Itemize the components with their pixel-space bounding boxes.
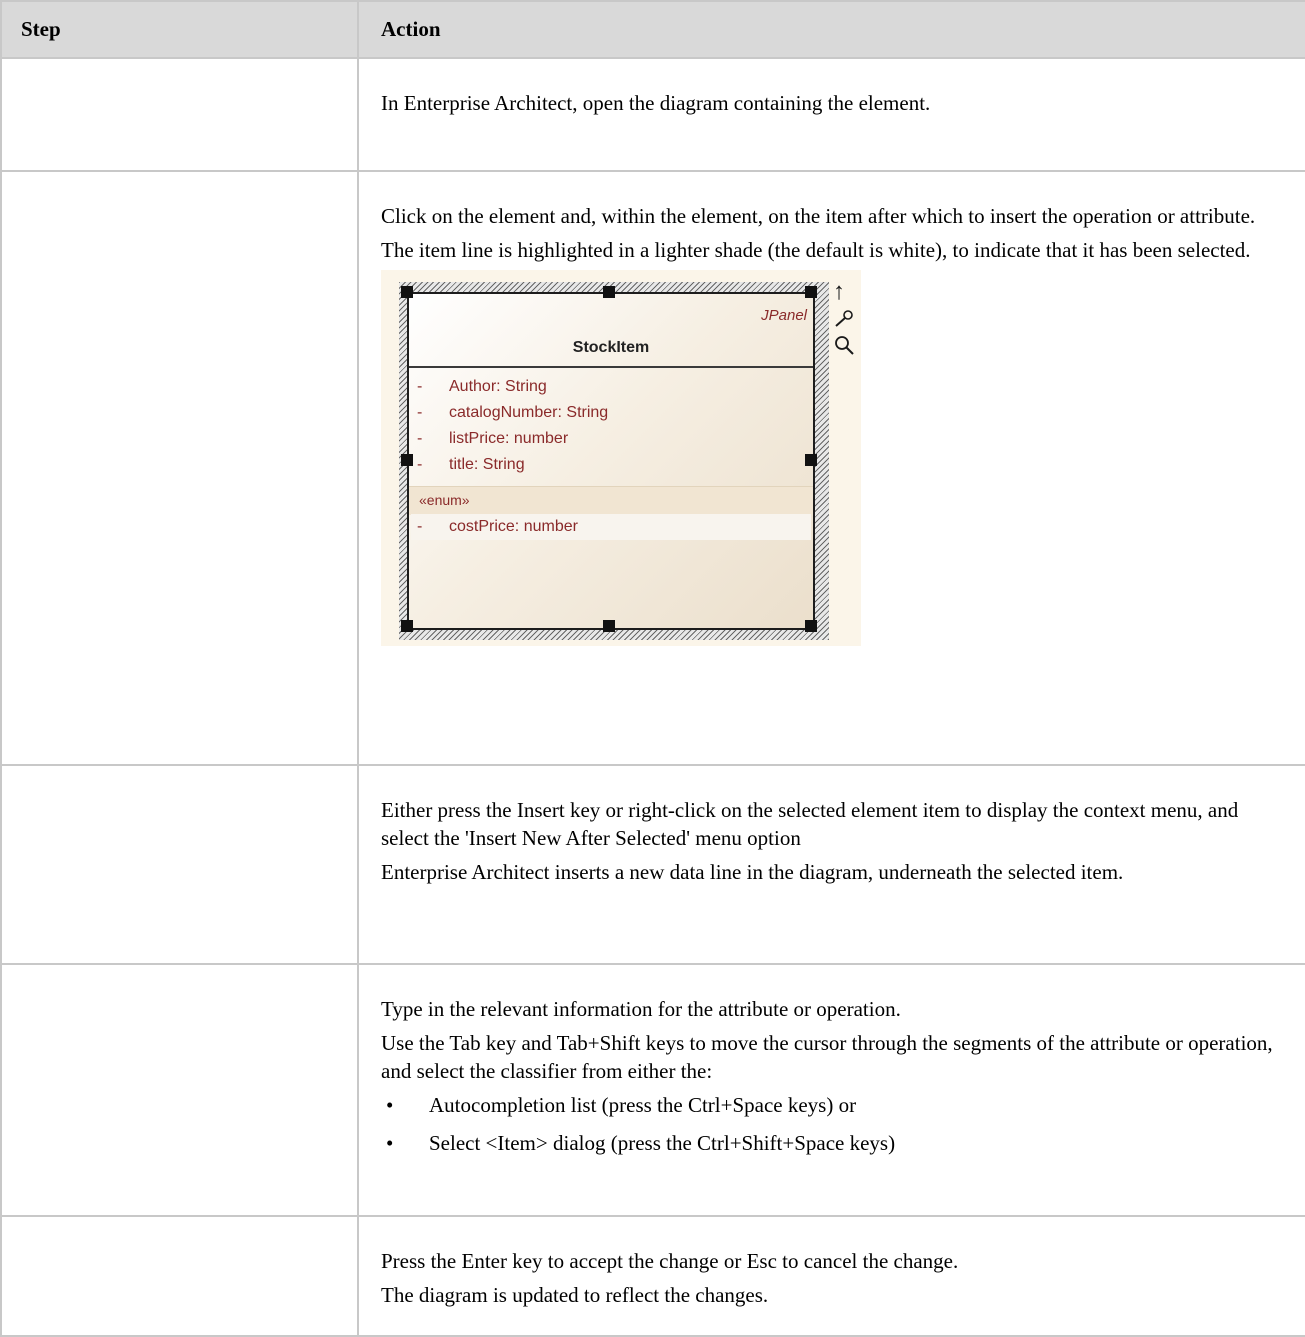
resize-handle [603, 620, 615, 632]
attribute-visibility: - [417, 518, 423, 535]
bullet-icon: • [386, 1093, 394, 1117]
attribute-visibility: - [417, 430, 423, 447]
attribute-text: listPrice: number [449, 430, 569, 447]
step-cell [0, 57, 359, 172]
resize-handle [805, 454, 817, 466]
attribute-item: - listPrice: number [409, 426, 813, 452]
result-text: Use the Tab key and Tab+Shift keys to mo… [381, 1031, 1273, 1083]
step-column-header: Step [0, 0, 359, 59]
class-divider [409, 366, 813, 368]
step-cell [0, 170, 359, 766]
resize-handle [603, 286, 615, 298]
action-text: Click on the element and, within the ele… [381, 204, 1256, 228]
step-cell [0, 963, 359, 1217]
result-text: The diagram is updated to reflect the ch… [381, 1283, 769, 1307]
action-cell: Either press the Insert key or right-cli… [357, 764, 1305, 965]
attribute-text: costPrice: number [449, 518, 578, 535]
class-stereotype: JPanel [761, 307, 807, 324]
resize-handle [401, 286, 413, 298]
attribute-item: - catalogNumber: String [409, 400, 813, 426]
paintbrush-icon [833, 308, 855, 335]
up-arrow-icon: ↑ [833, 278, 845, 305]
bullet-list: • Autocompletion list (press the Ctrl+Sp… [381, 1091, 1281, 1157]
action-cell: In Enterprise Architect, open the diagra… [357, 57, 1305, 172]
table-row: Either press the Insert key or right-cli… [0, 764, 1305, 965]
resize-handle [805, 286, 817, 298]
action-text: Press the Enter key to accept the change… [381, 1249, 959, 1273]
attribute-text: Author: String [449, 378, 547, 395]
table-row: In Enterprise Architect, open the diagra… [0, 57, 1305, 172]
action-column-header: Action [357, 0, 1305, 59]
action-text: Either press the Insert key or right-cli… [381, 798, 1239, 850]
list-item-text: Autocompletion list (press the Ctrl+Spac… [429, 1093, 857, 1117]
table-row: Press the Enter key to accept the change… [0, 1215, 1305, 1337]
magnifier-icon [833, 334, 855, 361]
selected-attribute-item: - costPrice: number [411, 514, 811, 540]
steps-table: Step Action In Enterprise Architect, ope… [0, 0, 1305, 1337]
result-text: The item line is highlighted in a lighte… [381, 238, 1251, 262]
enum-stereotype-label: «enum» [409, 486, 813, 515]
action-cell: Type in the relevant information for the… [357, 963, 1305, 1217]
list-item-text: Select <Item> dialog (press the Ctrl+Shi… [429, 1131, 896, 1155]
step-cell [0, 1215, 359, 1337]
table-row: Click on the element and, within the ele… [0, 170, 1305, 766]
resize-handle [401, 454, 413, 466]
attribute-visibility: - [417, 456, 423, 473]
class-name: StockItem [572, 339, 650, 356]
list-item: • Select <Item> dialog (press the Ctrl+S… [381, 1129, 1281, 1157]
step-cell [0, 764, 359, 965]
class-diagram-screenshot: JPanel StockItem - Author: String - cata… [381, 270, 861, 646]
result-text: Enterprise Architect inserts a new data … [381, 860, 1124, 884]
attribute-list: - Author: String - catalogNumber: String… [409, 374, 813, 478]
attribute-visibility: - [417, 378, 423, 395]
action-cell: Click on the element and, within the ele… [357, 170, 1305, 766]
attribute-item: - title: String [409, 452, 813, 478]
attribute-item: - Author: String [409, 374, 813, 400]
table-header-row: Step Action [0, 0, 1305, 59]
resize-handle [401, 620, 413, 632]
resize-handle [805, 620, 817, 632]
list-item: • Autocompletion list (press the Ctrl+Sp… [381, 1091, 1281, 1119]
table-row: Type in the relevant information for the… [0, 963, 1305, 1217]
attribute-visibility: - [417, 404, 423, 421]
attribute-text: catalogNumber: String [449, 404, 609, 421]
class-element: JPanel StockItem - Author: String - cata… [407, 292, 815, 630]
action-cell: Press the Enter key to accept the change… [357, 1215, 1305, 1337]
bullet-icon: • [386, 1131, 394, 1155]
action-text: In Enterprise Architect, open the diagra… [381, 91, 931, 115]
action-text: Type in the relevant information for the… [381, 997, 901, 1021]
attribute-text: title: String [449, 456, 525, 473]
